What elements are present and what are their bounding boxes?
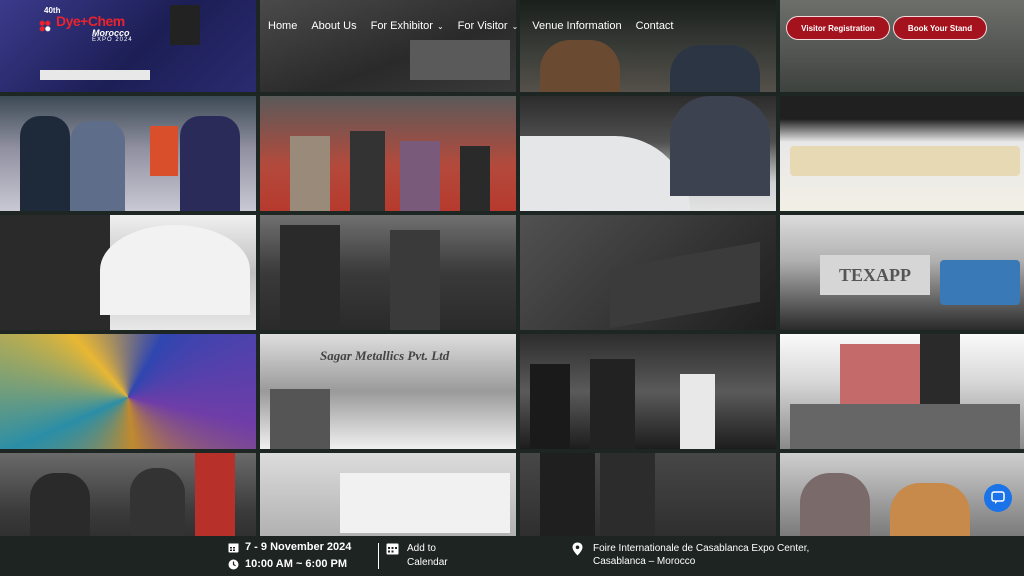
photo-tile <box>780 96 1024 211</box>
calendar-label-line: Add to <box>407 543 436 554</box>
nav-label: Home <box>268 20 298 32</box>
sagar-sign: Sagar Metallics Pvt. Ltd <box>320 348 450 363</box>
book-stand-button[interactable]: Book Your Stand <box>893 16 987 40</box>
logo-mark-icon <box>38 19 52 33</box>
nav-contact[interactable]: Contact <box>636 20 674 32</box>
chat-icon <box>991 491 1005 504</box>
calendar-icon <box>228 543 239 552</box>
photo-tile <box>520 96 776 211</box>
photo-tile <box>520 334 776 449</box>
photo-tile: Sagar Metallics Pvt. Ltd <box>260 334 516 449</box>
photo-tile <box>260 215 516 330</box>
photo-tile: TEXAPP <box>780 215 1024 330</box>
event-time-text: 10:00 AM ~ 6:00 PM <box>245 558 347 570</box>
photo-tile <box>260 0 516 92</box>
photo-tile <box>0 215 256 330</box>
nav-label: Venue Information <box>532 20 622 32</box>
footer-divider <box>378 543 379 569</box>
texapp-sign: TEXAPP <box>820 255 930 295</box>
chevron-down-icon: ⌄ <box>436 21 444 31</box>
photo-tile <box>0 96 256 211</box>
nav-label: About Us <box>311 20 357 32</box>
location-pin-icon <box>572 542 583 556</box>
add-to-calendar-label: Add to Calendar <box>407 542 448 570</box>
event-date-text: 7 - 9 November 2024 <box>245 541 352 553</box>
nav-label: Contact <box>635 20 674 32</box>
nav-home[interactable]: Home <box>268 20 297 32</box>
calendar-label-line: Calendar <box>407 557 448 568</box>
photo-tile <box>0 334 256 449</box>
main-nav: Home About Us For Exhibitor ⌄ For Visitor… <box>268 20 688 32</box>
nav-for-visitor[interactable]: For Visitor ⌄ <box>458 20 519 32</box>
event-location-text: Foire Internationale de Casablanca Expo … <box>593 543 810 567</box>
photo-tile <box>520 0 776 92</box>
event-date: 7 - 9 November 2024 <box>228 541 351 553</box>
photo-tile <box>520 215 776 330</box>
event-time: 10:00 AM ~ 6:00 PM <box>228 558 347 570</box>
calendar-icon <box>386 543 399 555</box>
photo-tile <box>260 96 516 211</box>
logo-name: Dye+Chem <box>56 13 125 29</box>
nav-label: For Visitor <box>457 20 508 32</box>
photo-grid: TEXAPP Sagar Metallics Pvt. Ltd <box>0 0 1024 552</box>
photo-tile <box>780 0 1024 92</box>
event-footer-bar <box>0 536 1024 576</box>
chat-button[interactable] <box>984 484 1012 512</box>
clock-icon <box>228 559 239 569</box>
add-to-calendar-button[interactable]: Add to Calendar <box>386 542 448 570</box>
visitor-registration-button[interactable]: Visitor Registration <box>786 16 890 40</box>
photo-tile <box>780 334 1024 449</box>
nav-label: For Exhibitor <box>370 20 433 32</box>
chevron-down-icon: ⌄ <box>511 21 519 31</box>
site-logo[interactable]: 40th Dye+Chem Morocco EXPO 2024 <box>34 6 138 43</box>
logo-expo-label: EXPO 2024 <box>92 37 133 43</box>
nav-about-us[interactable]: About Us <box>311 20 356 32</box>
event-location: Foire Internationale de Casablanca Expo … <box>572 542 813 568</box>
nav-venue-information[interactable]: Venue Information <box>532 20 621 32</box>
nav-for-exhibitor[interactable]: For Exhibitor ⌄ <box>371 20 444 32</box>
